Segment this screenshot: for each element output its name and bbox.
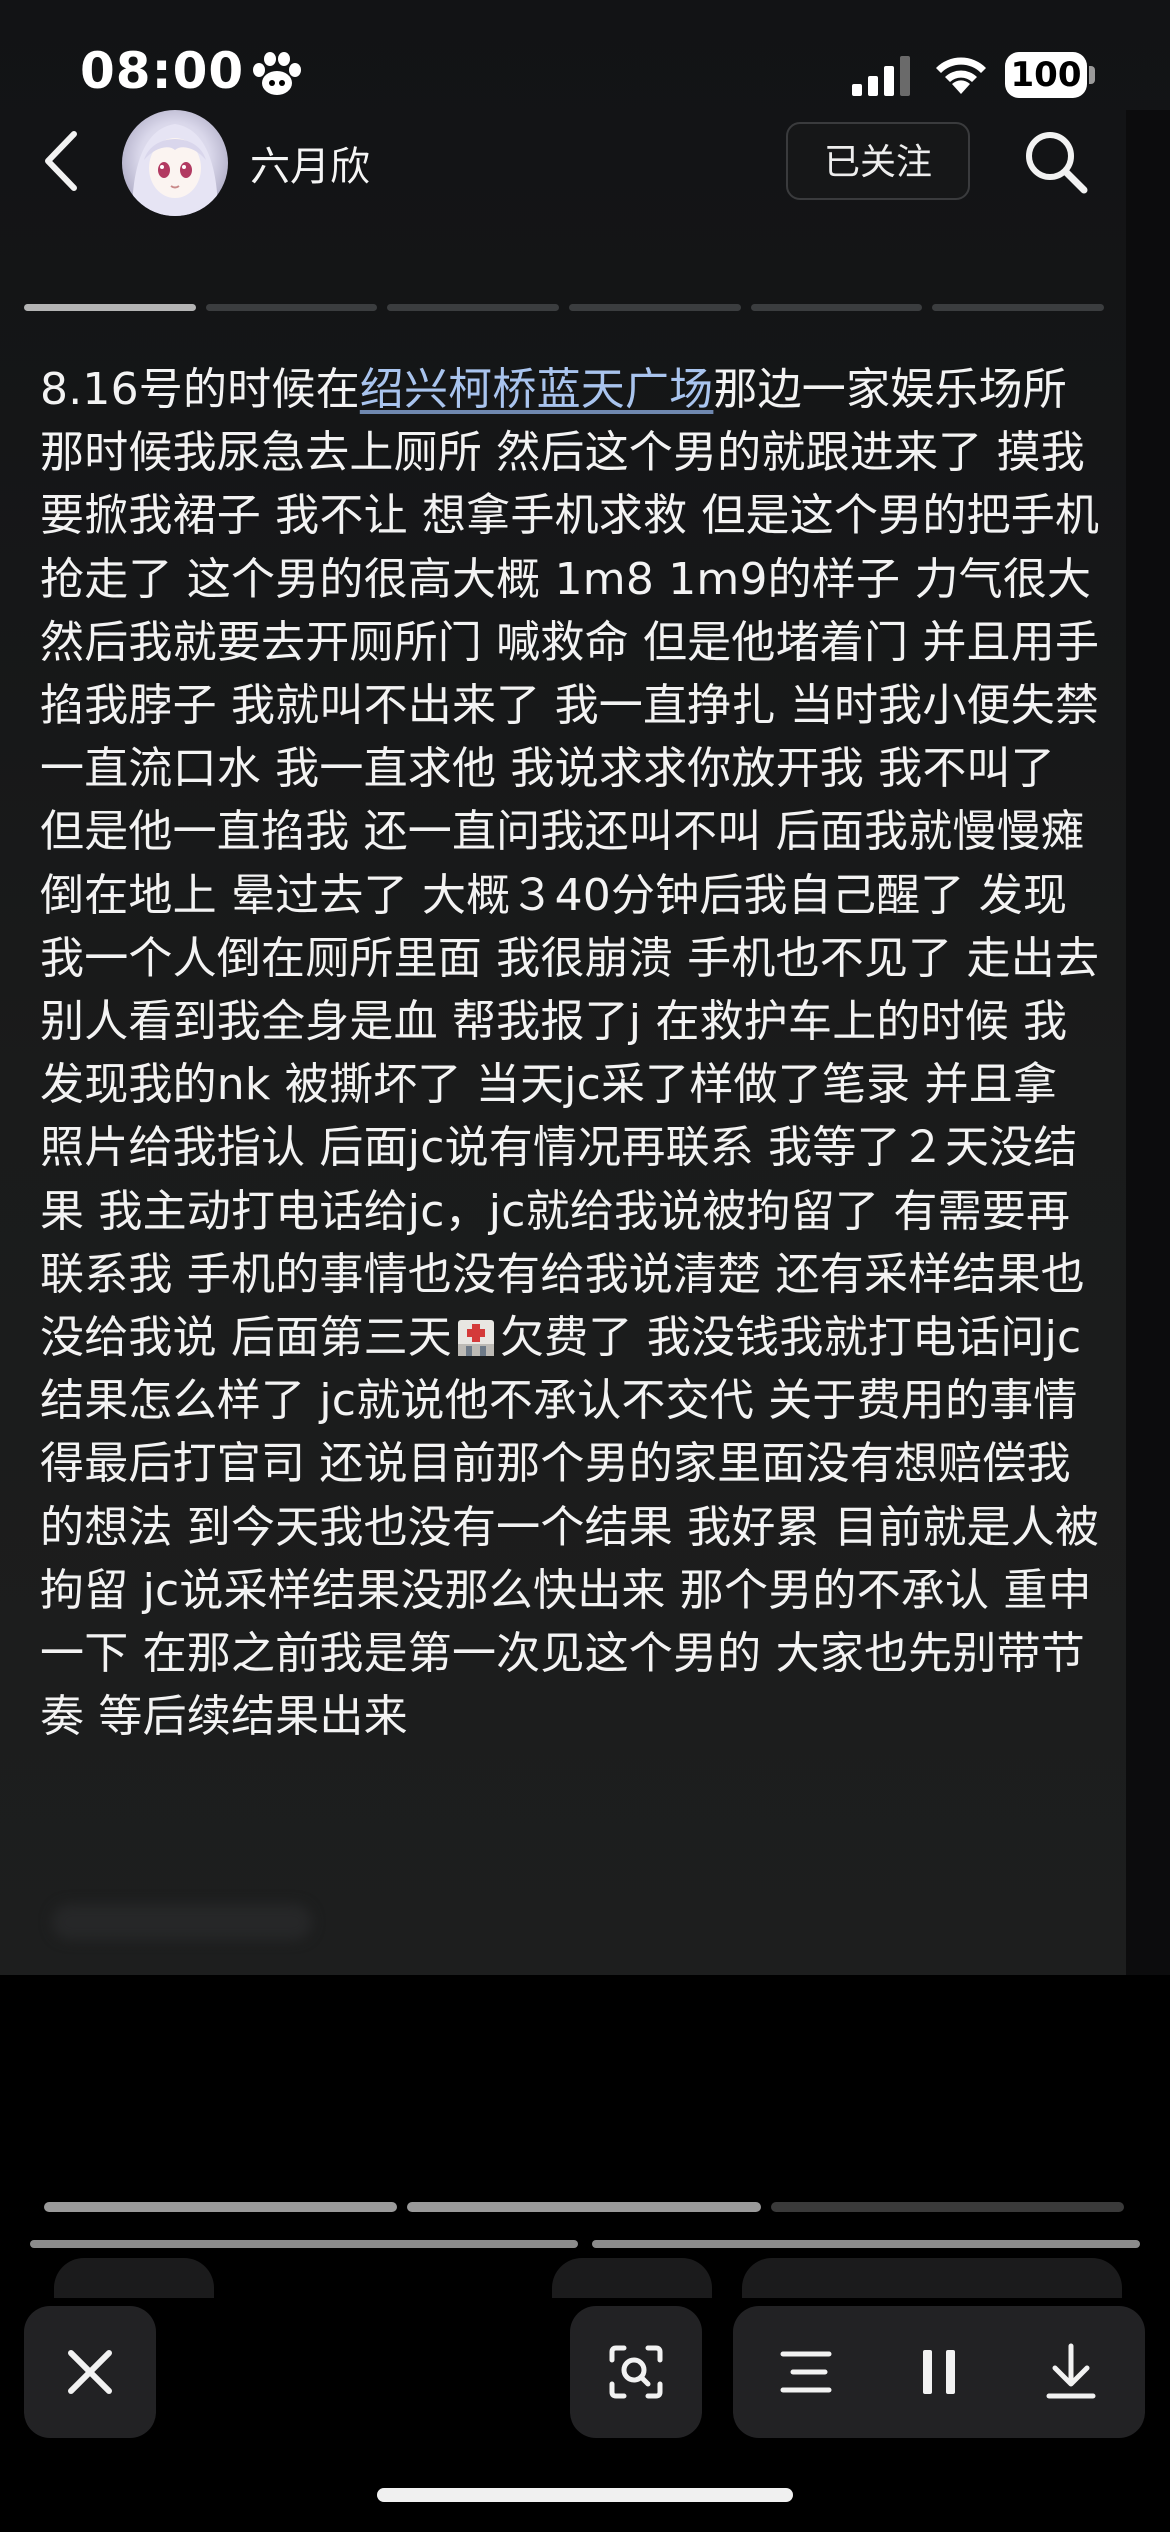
status-time: 08:00 bbox=[80, 42, 245, 100]
download-icon[interactable] bbox=[1039, 2340, 1103, 2404]
story-segment bbox=[24, 304, 196, 311]
scan-text-button[interactable] bbox=[570, 2306, 702, 2438]
background-tab bbox=[54, 2258, 214, 2298]
post-text-prefix: 8.16号的时候在 bbox=[40, 364, 360, 415]
background-tab bbox=[742, 2258, 1122, 2298]
hospital-icon bbox=[458, 1320, 494, 1357]
location-link[interactable]: 绍兴柯桥蓝天广场 bbox=[360, 364, 714, 415]
anime-avatar-icon bbox=[132, 124, 218, 216]
story-segment bbox=[932, 304, 1105, 311]
viewer-segment bbox=[770, 2202, 1124, 2212]
post-text-part2: 欠费了 我没钱我就打电话问jc结果怎么样了 jc就说他不承认不交代 关于费用的事… bbox=[40, 1312, 1100, 1743]
story-progress-bar bbox=[24, 304, 1105, 311]
battery-indicator: 100 bbox=[1005, 52, 1087, 98]
cellular-signal-icon bbox=[852, 56, 910, 96]
close-button[interactable] bbox=[24, 2306, 156, 2438]
post-text: 8.16号的时候在绍兴柯桥蓝天广场那边一家娱乐场所那时候我尿急去上厕所 然后这个… bbox=[40, 358, 1100, 1748]
right-edge-strip bbox=[1126, 110, 1170, 1975]
avatar[interactable] bbox=[122, 110, 228, 216]
search-icon[interactable] bbox=[1020, 126, 1092, 198]
story-segment bbox=[750, 304, 923, 311]
media-control-group bbox=[733, 2306, 1145, 2438]
close-icon bbox=[68, 2350, 112, 2394]
post-text-part1: 那边一家娱乐场所那时候我尿急去上厕所 然后这个男的就跟进来了 摸我 要掀我裙子 … bbox=[40, 364, 1100, 1364]
battery-tip bbox=[1089, 66, 1095, 84]
chevron-left-icon[interactable] bbox=[38, 128, 84, 194]
background-tab bbox=[552, 2258, 712, 2298]
paw-icon bbox=[253, 52, 301, 95]
follow-button[interactable]: 已关注 bbox=[786, 122, 970, 200]
blurred-post-meta bbox=[52, 1904, 312, 1940]
story-segment bbox=[569, 304, 741, 311]
image-viewer-progress-secondary bbox=[30, 2240, 1140, 2248]
viewer-segment bbox=[30, 2240, 578, 2248]
viewer-segment bbox=[592, 2240, 1140, 2248]
pause-icon[interactable] bbox=[907, 2340, 971, 2404]
image-viewer-progress bbox=[44, 2202, 1124, 2212]
story-segment bbox=[205, 304, 378, 311]
viewer-segment bbox=[44, 2202, 398, 2212]
username[interactable]: 六月欣 bbox=[250, 134, 370, 192]
wifi-icon bbox=[936, 57, 986, 94]
list-icon[interactable] bbox=[775, 2340, 839, 2404]
scan-text-icon bbox=[609, 2345, 663, 2399]
home-indicator[interactable] bbox=[377, 2488, 793, 2502]
story-segment bbox=[387, 304, 560, 311]
viewer-segment bbox=[407, 2202, 761, 2212]
